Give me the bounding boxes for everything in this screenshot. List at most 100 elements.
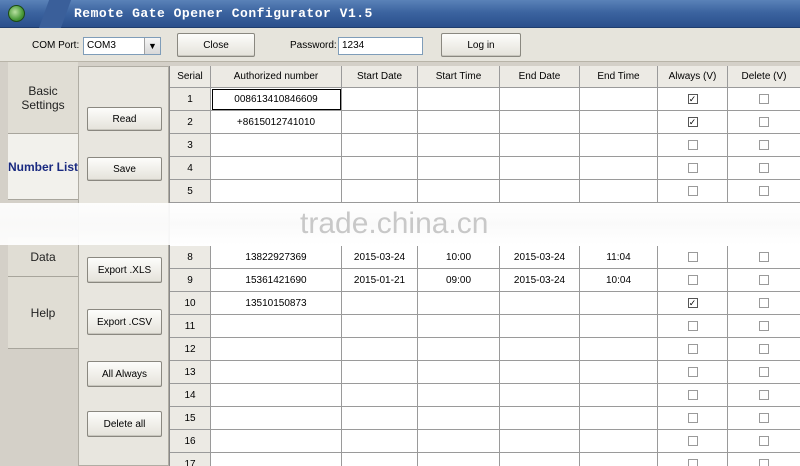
column-header-delete[interactable]: Delete (V): [728, 66, 800, 88]
cell-start-date[interactable]: [342, 384, 418, 407]
cell-delete[interactable]: [728, 430, 800, 453]
cell-number[interactable]: [211, 134, 342, 157]
cell-serial[interactable]: 3: [170, 134, 211, 157]
cell-end-date[interactable]: [500, 111, 580, 134]
checkbox-unchecked[interactable]: [759, 140, 769, 150]
cell-end-time[interactable]: [580, 292, 658, 315]
checkbox-checked[interactable]: ✓: [687, 94, 698, 104]
cell-always[interactable]: [658, 157, 728, 180]
cell-number[interactable]: [211, 180, 342, 203]
cell-end-time[interactable]: [580, 315, 658, 338]
cell-number[interactable]: [211, 361, 342, 384]
cell-end-date[interactable]: [500, 157, 580, 180]
export-csv-button[interactable]: Export .CSV: [87, 309, 162, 335]
cell-end-time[interactable]: [580, 430, 658, 453]
checkbox-unchecked[interactable]: [687, 163, 698, 173]
cell-number[interactable]: [211, 430, 342, 453]
tab-help[interactable]: Help: [8, 277, 78, 349]
checkbox-unchecked[interactable]: [687, 459, 698, 466]
cell-number[interactable]: [211, 315, 342, 338]
checkbox-unchecked[interactable]: [687, 413, 698, 423]
cell-serial[interactable]: 14: [170, 384, 211, 407]
cell-start-time[interactable]: [418, 384, 500, 407]
cell-serial[interactable]: 15: [170, 407, 211, 430]
cell-start-time[interactable]: [418, 157, 500, 180]
cell-number[interactable]: [211, 157, 342, 180]
checkbox-unchecked[interactable]: [759, 186, 769, 196]
cell-start-date[interactable]: [342, 407, 418, 430]
cell-end-date[interactable]: [500, 430, 580, 453]
cell-start-date[interactable]: [342, 180, 418, 203]
cell-start-date[interactable]: [342, 430, 418, 453]
cell-start-time[interactable]: [418, 430, 500, 453]
cell-serial[interactable]: 2: [170, 111, 211, 134]
password-input[interactable]: 1234: [338, 37, 423, 55]
all-always-button[interactable]: All Always: [87, 361, 162, 387]
cell-always[interactable]: [658, 384, 728, 407]
checkbox-unchecked[interactable]: [759, 163, 769, 173]
cell-serial[interactable]: 17: [170, 453, 211, 466]
app-logo-icon[interactable]: [8, 5, 25, 22]
cell-start-time[interactable]: 09:00: [418, 269, 500, 292]
chevron-down-icon[interactable]: ▼: [144, 38, 160, 54]
checkbox-unchecked[interactable]: [759, 117, 769, 127]
cell-always[interactable]: [658, 315, 728, 338]
cell-end-time[interactable]: [580, 180, 658, 203]
cell-end-time[interactable]: [580, 338, 658, 361]
read-button[interactable]: Read: [87, 107, 162, 131]
cell-always[interactable]: [658, 180, 728, 203]
checkbox-checked[interactable]: ✓: [687, 298, 698, 308]
checkbox-unchecked[interactable]: [687, 436, 698, 446]
login-button[interactable]: Log in: [441, 33, 521, 57]
checkbox-unchecked[interactable]: [759, 367, 769, 377]
cell-end-time[interactable]: 11:04: [580, 246, 658, 269]
checkbox-unchecked[interactable]: [687, 252, 698, 262]
cell-serial[interactable]: 1: [170, 88, 211, 111]
cell-start-time[interactable]: [418, 407, 500, 430]
cell-always[interactable]: [658, 361, 728, 384]
cell-end-date[interactable]: [500, 315, 580, 338]
cell-end-date[interactable]: [500, 407, 580, 430]
close-port-button[interactable]: Close: [177, 33, 255, 57]
cell-number[interactable]: +8615012741010: [211, 111, 342, 134]
cell-end-date[interactable]: [500, 292, 580, 315]
cell-end-time[interactable]: [580, 384, 658, 407]
cell-serial[interactable]: 16: [170, 430, 211, 453]
cell-delete[interactable]: [728, 134, 800, 157]
cell-start-date[interactable]: [342, 88, 418, 111]
cell-end-time[interactable]: [580, 361, 658, 384]
column-header-serial[interactable]: Serial: [170, 66, 211, 88]
cell-delete[interactable]: [728, 315, 800, 338]
checkbox-unchecked[interactable]: [687, 275, 698, 285]
cell-delete[interactable]: [728, 361, 800, 384]
cell-delete[interactable]: [728, 338, 800, 361]
cell-end-date[interactable]: [500, 338, 580, 361]
cell-delete[interactable]: [728, 180, 800, 203]
cell-end-time[interactable]: [580, 407, 658, 430]
cell-start-time[interactable]: [418, 338, 500, 361]
cell-serial[interactable]: 8: [170, 246, 211, 269]
cell-start-date[interactable]: [342, 134, 418, 157]
cell-start-date[interactable]: [342, 111, 418, 134]
tab-basic-settings[interactable]: Basic Settings: [8, 62, 78, 134]
cell-always[interactable]: [658, 430, 728, 453]
cell-delete[interactable]: [728, 292, 800, 315]
cell-serial[interactable]: 5: [170, 180, 211, 203]
cell-start-time[interactable]: [418, 292, 500, 315]
cell-delete[interactable]: [728, 246, 800, 269]
save-button[interactable]: Save: [87, 157, 162, 181]
cell-end-date[interactable]: [500, 134, 580, 157]
cell-always[interactable]: [658, 407, 728, 430]
cell-serial[interactable]: 4: [170, 157, 211, 180]
cell-always[interactable]: ✓: [658, 88, 728, 111]
cell-always[interactable]: [658, 134, 728, 157]
cell-always[interactable]: [658, 453, 728, 466]
cell-start-time[interactable]: [418, 88, 500, 111]
checkbox-unchecked[interactable]: [687, 367, 698, 377]
cell-always[interactable]: ✓: [658, 111, 728, 134]
export-xls-button[interactable]: Export .XLS: [87, 257, 162, 283]
cell-start-time[interactable]: [418, 315, 500, 338]
checkbox-unchecked[interactable]: [687, 344, 698, 354]
checkbox-unchecked[interactable]: [759, 94, 769, 104]
cell-serial[interactable]: 13: [170, 361, 211, 384]
